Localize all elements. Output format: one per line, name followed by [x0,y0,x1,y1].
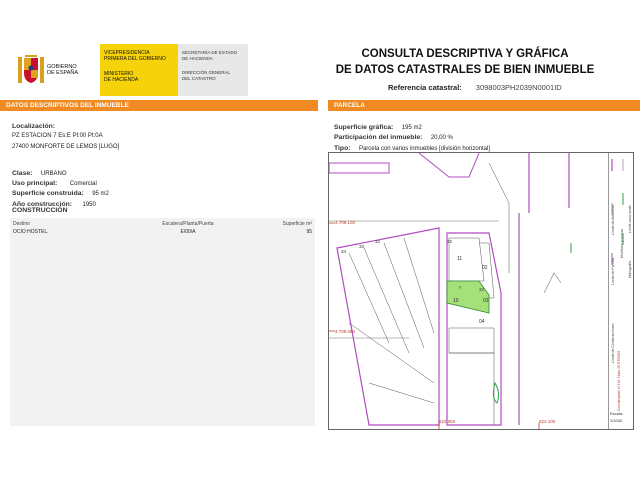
logo-secretariat-block: SECRETARÍA DE ESTADO DE HACIENDA DIRECCI… [178,44,248,96]
logo-gov-text: GOBIERNO DE ESPAÑA [47,64,78,77]
map-canvas [329,153,572,429]
parcel-num-32a: 32 [447,239,453,244]
cadastral-reference-label: Referencia catastral: [388,83,462,92]
street-num-32: 32 [375,239,381,244]
construction-table: Destino Escalera/Planta/Puerta Superfici… [10,218,315,426]
parcel-label-f: F [459,285,462,290]
cell-escalera: E/00/A [180,229,196,235]
section-bar-descriptive: DATOS DESCRIPTIVOS DEL INMUEBLE [0,100,318,111]
parcel-num-10: 10 [453,298,459,304]
cell-superficie: 95 [306,229,312,235]
legend-item-hidrografia: Hidrografía [628,260,632,278]
highlighted-parcel[interactable] [446,280,490,314]
header-superficie: Superficie m² [282,221,312,227]
parcel-num-11: 11 [457,256,463,262]
government-logo: GOBIERNO DE ESPAÑA VICEPRESIDENCIA PRIME… [12,44,250,96]
parcel-num-02: 02 [482,265,488,271]
parcel-num-03: 03 [483,298,489,304]
logo-mid-line2: PRIMERA DEL GOBIERNO [104,56,166,62]
header-destino: Destino [13,221,30,227]
logo-gov-line2: DE ESPAÑA [47,70,79,76]
coord-x2: 622.100 [539,419,556,424]
address-line2: 27400 MONFORTE DE LEMOS [LUGO] [12,144,120,150]
localizacion-label: Localización: [12,123,56,130]
parcel-num-32b: 32 [479,287,485,292]
parcel-num-04: 04 [479,319,485,325]
legend-item-construcciones: Límite de Construcciones [611,323,615,364]
legend-item-mobiliario: Mobiliario y aceras [620,228,624,258]
map-legend: Límite de Manzana Límite de Parcela Lími… [608,153,632,429]
page-title-line1: CONSULTA DESCRIPTIVA Y GRÁFICA [361,48,569,60]
page-title-line2: DE DATOS CATASTRALES DE BIEN INMUEBLE [335,64,595,76]
legend-item-manzana: Límite de Manzana [611,205,615,235]
tipo-label: Tipo: [334,145,351,152]
logo-mid-line4: DE HACIENDA [104,77,139,83]
street-num-34: 34 [341,249,347,254]
coord-x1: 622.050 [439,419,456,424]
logo-coat-of-arms-block: GOBIERNO DE ESPAÑA [12,44,100,96]
section-bar-parcel: PARCELA [328,100,640,111]
address-line1: PZ ESTACION 7 Es:E Pl:00 Pt:0A [12,133,103,139]
coord-y2: 4.709.050 [335,329,356,334]
cell-destino: OCIO HOSTEL. [13,229,49,235]
table-row: OCIO HOSTEL. E/00/A 95 [10,228,315,236]
logo-right-line1: SECRETARÍA DE ESTADO [182,50,238,55]
cadastral-map[interactable]: 4.709.100 4.709.050 622.050 622.100 F 11… [328,152,634,430]
street-num-33: 33 [359,244,365,249]
logo-right-line4: DEL CATASTRO [182,75,216,81]
cadastral-reference: Referencia catastral: 3098003PH2039N0001I… [388,83,562,92]
anio-value: 1950 [82,202,96,208]
scale-label: Escala: [610,411,624,416]
cadastral-reference-value: 3098003PH2039N0001ID [475,83,562,92]
legend-coord-note: Coordenadas U.T.M. Huso 29 ETRS89 [617,350,621,411]
header-escalera: Escalera/Planta/Puerta [162,221,214,227]
page-title: CONSULTA DESCRIPTIVA Y GRÁFICA DE DATOS … [330,46,600,78]
coord-y1: 4.709.100 [335,220,356,225]
logo-ministry-block: VICEPRESIDENCIA PRIMERA DEL GOBIERNO MIN… [100,44,178,96]
legend-item-parcela: Límite de Parcela [611,257,615,285]
scale-value: 1/1000 [610,418,623,423]
legend-item-zona-verde: Límite zona verde [628,205,632,233]
coat-of-arms-icon [18,53,44,87]
construccion-title: CONSTRUCCIÓN [12,207,68,214]
construction-table-header: Destino Escalera/Planta/Puerta Superfici… [10,218,315,228]
